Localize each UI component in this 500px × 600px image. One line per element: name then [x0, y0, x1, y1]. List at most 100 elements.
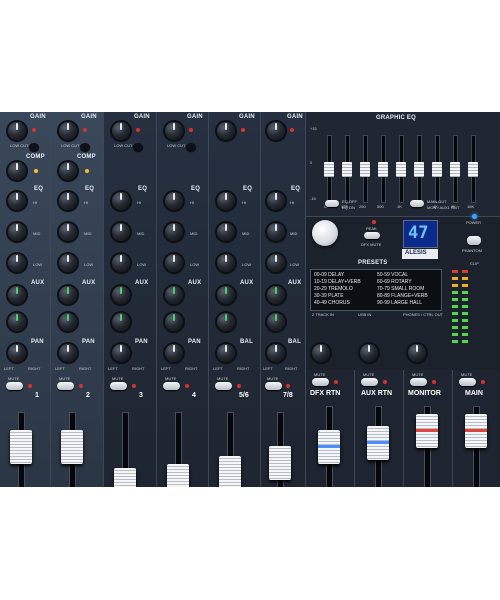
- eq-hi-knob[interactable]: [112, 192, 130, 210]
- mute-button[interactable]: [312, 378, 329, 386]
- mute-button[interactable]: [110, 382, 127, 390]
- eq-hi-knob[interactable]: [165, 192, 183, 210]
- low-cut-label: LOW CUT: [10, 143, 29, 148]
- aux2-knob[interactable]: [267, 313, 285, 331]
- eq-mid-knob[interactable]: [8, 223, 26, 241]
- bus-aux-rtn: MUTE AUX RTN: [355, 370, 404, 487]
- phones-knob[interactable]: [408, 344, 426, 362]
- comp-label: COMP: [26, 154, 45, 160]
- gain-knob[interactable]: [59, 122, 77, 140]
- mute-button[interactable]: [163, 382, 180, 390]
- usb-knob[interactable]: [360, 344, 378, 362]
- eq-low-knob[interactable]: [59, 254, 77, 272]
- eq-mid-knob[interactable]: [59, 223, 77, 241]
- balance-knob[interactable]: [217, 344, 235, 362]
- fx-program-knob[interactable]: [312, 220, 338, 246]
- eq-band-4k-slider[interactable]: [432, 162, 442, 177]
- peak-label: PEAK: [366, 226, 377, 231]
- aux1-knob[interactable]: [59, 286, 77, 304]
- eq-hi-knob[interactable]: [59, 192, 77, 210]
- channel-strip-2: GAIN LOW CUT COMP EQ HI MID LOW AUX PAN …: [51, 112, 104, 487]
- gain-knob[interactable]: [267, 122, 285, 140]
- aux2-knob[interactable]: [59, 313, 77, 331]
- bus-fader[interactable]: [416, 414, 438, 448]
- gain-knob[interactable]: [165, 122, 183, 140]
- eq-band-16k-label: 16K: [467, 204, 475, 209]
- mute-button[interactable]: [6, 382, 23, 390]
- eq-band-1k-slider[interactable]: [396, 162, 406, 177]
- low-cut-button[interactable]: [80, 143, 90, 151]
- pan-knob[interactable]: [112, 344, 130, 362]
- pan-knob[interactable]: [165, 344, 183, 362]
- eq-band-2k-slider[interactable]: [414, 162, 424, 177]
- bus-fader[interactable]: [367, 426, 389, 460]
- aux1-knob[interactable]: [8, 286, 26, 304]
- channel-fader[interactable]: [61, 430, 83, 464]
- mute-button[interactable]: [410, 378, 427, 386]
- eq-hi-knob[interactable]: [217, 192, 235, 210]
- eq-band-16k-slider[interactable]: [468, 162, 478, 177]
- bus-name: AUX RTN: [361, 390, 393, 397]
- comp-knob[interactable]: [59, 162, 77, 180]
- mute-button[interactable]: [57, 382, 74, 390]
- eq-mid-knob[interactable]: [217, 223, 235, 241]
- aux1-knob[interactable]: [267, 286, 285, 304]
- channel-fader[interactable]: [269, 446, 291, 480]
- aux1-knob[interactable]: [217, 286, 235, 304]
- aux-label: AUX: [31, 280, 45, 286]
- eq-band-8k-slider[interactable]: [450, 162, 460, 177]
- mute-button[interactable]: [459, 378, 476, 386]
- eq-low-knob[interactable]: [165, 254, 183, 272]
- eq-band-250-slider[interactable]: [360, 162, 370, 177]
- low-cut-button[interactable]: [186, 143, 196, 151]
- aux1-knob[interactable]: [112, 286, 130, 304]
- eq-low-knob[interactable]: [112, 254, 130, 272]
- eq-low-knob[interactable]: [267, 254, 285, 272]
- comp-knob[interactable]: [8, 162, 26, 180]
- channel-fader[interactable]: [114, 468, 136, 487]
- aux2-knob[interactable]: [112, 313, 130, 331]
- phantom-button[interactable]: [467, 236, 481, 245]
- two-track-knob[interactable]: [312, 344, 330, 362]
- eq-low-knob[interactable]: [8, 254, 26, 272]
- pan-knob[interactable]: [8, 344, 26, 362]
- eq-low-knob[interactable]: [217, 254, 235, 272]
- eq-off-button[interactable]: [325, 200, 339, 207]
- eq-hi-knob[interactable]: [8, 192, 26, 210]
- balance-knob[interactable]: [267, 344, 285, 362]
- mute-button[interactable]: [361, 378, 378, 386]
- eq-band-500-slider[interactable]: [378, 162, 388, 177]
- pan-label: PAN: [188, 339, 201, 345]
- eq-hi-knob[interactable]: [267, 192, 285, 210]
- gain-knob[interactable]: [217, 122, 235, 140]
- aux-label: AUX: [288, 280, 302, 286]
- gain-knob[interactable]: [8, 122, 26, 140]
- eq-route-button[interactable]: [410, 200, 424, 207]
- aux1-knob[interactable]: [165, 286, 183, 304]
- aux2-knob[interactable]: [165, 313, 183, 331]
- mute-label: MUTE: [267, 376, 279, 381]
- eq-band-125-slider[interactable]: [342, 162, 352, 177]
- dfx-mute-button[interactable]: [364, 232, 380, 239]
- bus-fader[interactable]: [318, 430, 340, 464]
- pan-knob[interactable]: [59, 344, 77, 362]
- mute-label: MUTE: [412, 372, 424, 377]
- channel-fader[interactable]: [219, 456, 241, 487]
- eq-mid-knob[interactable]: [165, 223, 183, 241]
- eq-mid-knob[interactable]: [112, 223, 130, 241]
- eq-band-500-label: 500: [377, 204, 384, 209]
- eq-band-63-slider[interactable]: [324, 162, 334, 177]
- mute-button[interactable]: [215, 382, 232, 390]
- peak-led: [136, 128, 140, 132]
- channel-fader[interactable]: [10, 430, 32, 464]
- eq-mid-knob[interactable]: [267, 223, 285, 241]
- low-cut-button[interactable]: [29, 143, 39, 151]
- gain-knob[interactable]: [112, 122, 130, 140]
- mute-button[interactable]: [265, 382, 282, 390]
- bus-fader[interactable]: [465, 414, 487, 448]
- channel-fader[interactable]: [167, 464, 189, 487]
- aux2-knob[interactable]: [217, 313, 235, 331]
- bal-label: BAL: [240, 339, 253, 345]
- aux2-knob[interactable]: [8, 313, 26, 331]
- low-cut-button[interactable]: [133, 143, 143, 151]
